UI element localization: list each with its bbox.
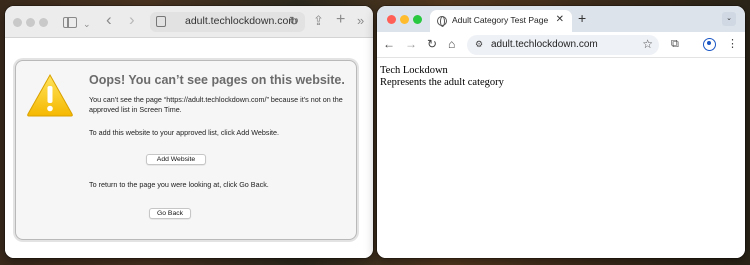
sidebar-toggle-icon[interactable] xyxy=(63,17,77,28)
block-message: You can’t see the page “https://adult.te… xyxy=(89,95,343,114)
safari-toolbar: ⌄ ‹ › adult.techlockdown.com ↻ ⇪ + » xyxy=(5,6,373,38)
minimize-window-button[interactable] xyxy=(26,18,35,27)
extensions-icon[interactable]: ⧉ xyxy=(671,37,679,51)
home-icon[interactable]: ⌂ xyxy=(448,37,455,51)
page-description: Represents the adult category xyxy=(380,77,504,88)
chrome-toolbar: ← → ↻ ⌂ ⚙ adult.techlockdown.com ☆ ⧉ ⋮ xyxy=(377,32,745,58)
tab-search-icon[interactable]: ⌄ xyxy=(722,12,736,26)
add-website-button[interactable]: Add Website xyxy=(146,154,206,165)
tab-title: Adult Category Test Page xyxy=(452,15,549,25)
site-info-icon[interactable]: ⚙ xyxy=(475,39,483,50)
safari-content: Oops! You can’t see pages on this websit… xyxy=(5,38,373,258)
chrome-address-text: adult.techlockdown.com xyxy=(491,39,598,50)
back-arrow-icon[interactable]: ‹ xyxy=(106,11,112,28)
screen-time-block-card: Oops! You can’t see pages on this websit… xyxy=(15,60,357,240)
page-menu-icon[interactable] xyxy=(156,16,166,27)
warning-icon xyxy=(27,73,73,117)
close-tab-icon[interactable]: ✕ xyxy=(556,14,564,25)
close-window-button[interactable] xyxy=(13,18,22,27)
new-tab-icon[interactable]: + xyxy=(336,12,345,28)
back-arrow-icon[interactable]: ← xyxy=(383,37,395,51)
add-instruction: To add this website to your approved lis… xyxy=(89,128,280,137)
minimize-window-button[interactable] xyxy=(400,15,409,24)
forward-arrow-icon[interactable]: › xyxy=(129,11,135,28)
chevron-down-icon[interactable]: ⌄ xyxy=(83,16,91,32)
tab-overview-icon[interactable]: » xyxy=(357,13,364,29)
safari-window: ⌄ ‹ › adult.techlockdown.com ↻ ⇪ + » Oop… xyxy=(5,6,373,258)
globe-icon xyxy=(437,16,447,27)
new-tab-icon[interactable]: + xyxy=(578,10,586,26)
chrome-address-bar[interactable]: ⚙ adult.techlockdown.com ☆ xyxy=(467,35,659,55)
chrome-window: Adult Category Test Page ✕ + ⌄ ← → ↻ ⌂ ⚙… xyxy=(377,6,745,258)
forward-arrow-icon[interactable]: → xyxy=(405,37,417,51)
zoom-window-button[interactable] xyxy=(39,18,48,27)
block-title: Oops! You can’t see pages on this websit… xyxy=(89,73,345,87)
close-window-button[interactable] xyxy=(387,15,396,24)
go-back-button[interactable]: Go Back xyxy=(149,208,191,219)
safari-address-bar[interactable]: adult.techlockdown.com ↻ xyxy=(150,12,305,32)
share-icon[interactable]: ⇪ xyxy=(313,13,324,29)
reload-icon[interactable]: ↻ xyxy=(427,37,437,51)
page-heading: Tech Lockdown xyxy=(380,65,448,76)
tab-adult-category-test[interactable]: Adult Category Test Page ✕ xyxy=(430,10,572,32)
bookmark-star-icon[interactable]: ☆ xyxy=(642,37,653,51)
more-menu-icon[interactable]: ⋮ xyxy=(727,37,738,51)
reload-icon[interactable]: ↻ xyxy=(289,14,299,28)
chrome-tab-strip: Adult Category Test Page ✕ + ⌄ xyxy=(377,6,745,32)
fullscreen-window-button[interactable] xyxy=(413,15,422,24)
profile-avatar-icon[interactable] xyxy=(703,38,716,51)
back-instruction: To return to the page you were looking a… xyxy=(89,180,269,189)
safari-address-text: adult.techlockdown.com xyxy=(185,15,298,27)
chrome-page-content: Tech Lockdown Represents the adult categ… xyxy=(377,58,745,258)
